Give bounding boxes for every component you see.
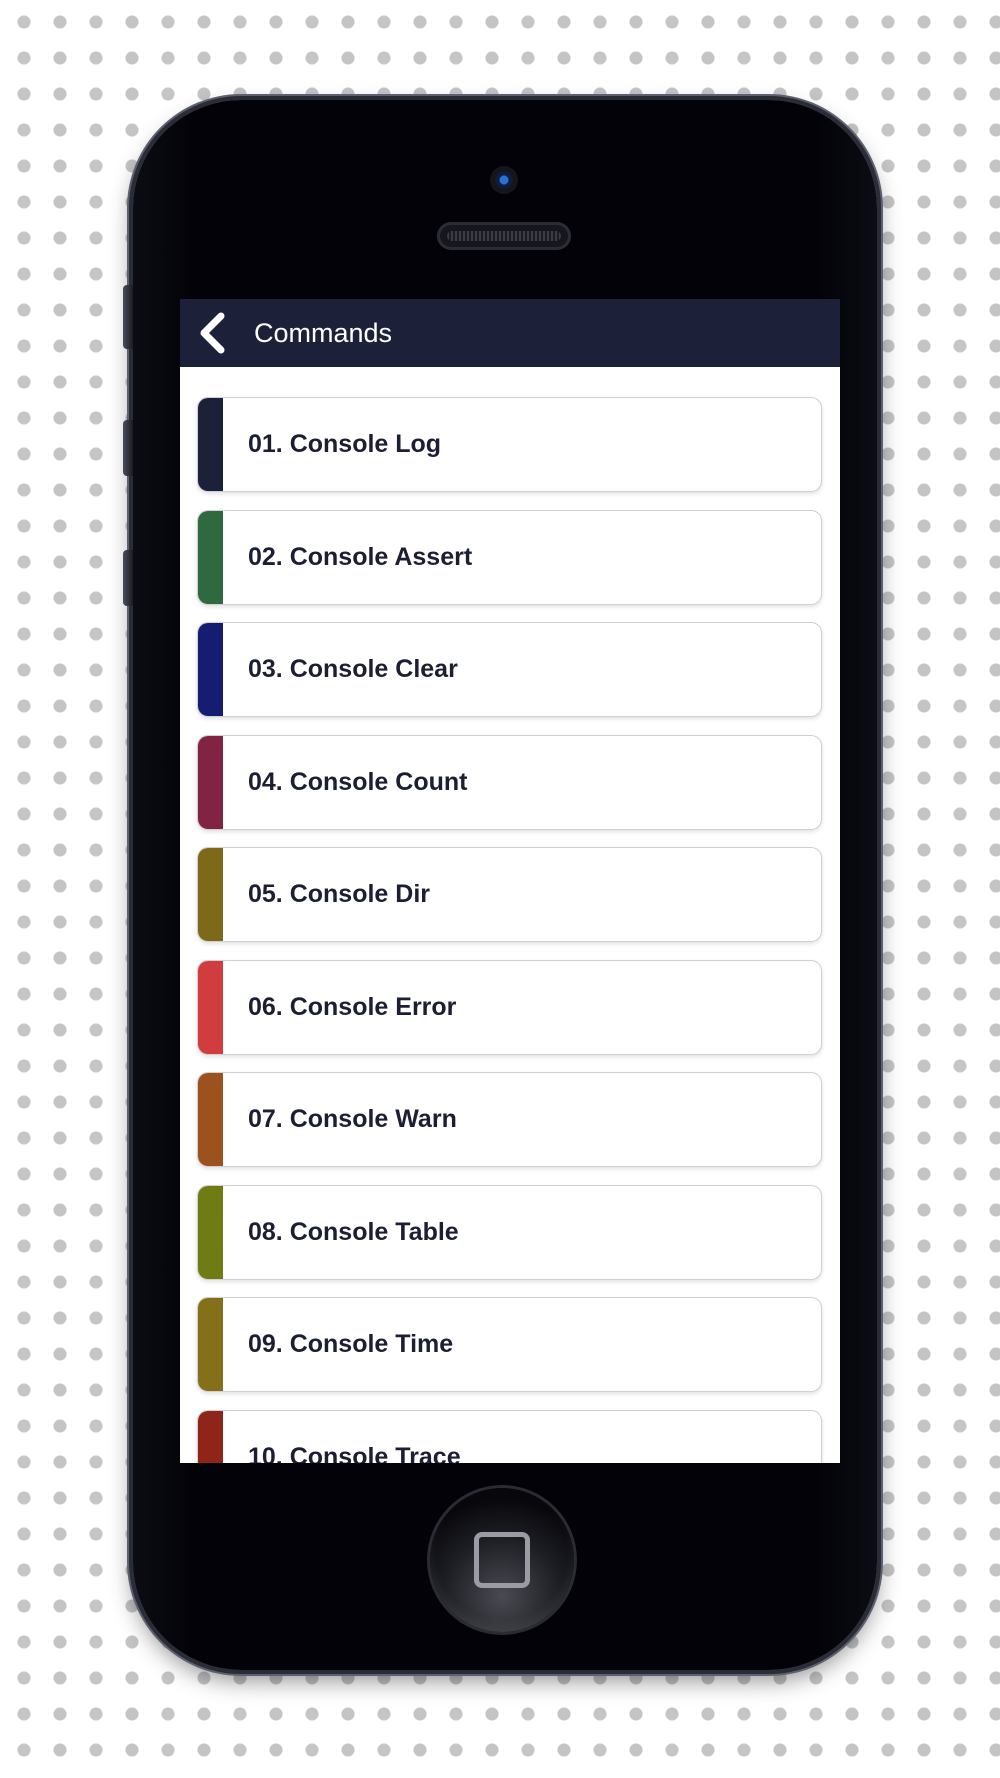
color-stripe <box>198 960 223 1054</box>
color-stripe <box>198 1410 223 1463</box>
color-stripe <box>198 848 223 941</box>
list-item-label: 06. Console Error <box>248 992 457 1021</box>
list-item[interactable]: 06. Console Error <box>197 959 822 1055</box>
volume-up-button <box>123 420 133 476</box>
color-stripe <box>198 1073 223 1166</box>
color-stripe <box>198 735 223 829</box>
list-item-label: 01. Console Log <box>248 430 442 458</box>
list-item-label: 09. Console Time <box>248 1330 454 1358</box>
command-list: 01. Console Log 02. Console Assert 03. Con… <box>180 367 840 1463</box>
color-stripe <box>198 1185 223 1279</box>
page-title: Commands <box>254 317 393 348</box>
color-stripe <box>198 398 223 491</box>
app-screen: Commands 01. Console Log 02. Console Asse… <box>180 299 840 1463</box>
mute-switch <box>123 285 133 349</box>
list-item[interactable]: 01. Console Log <box>197 397 822 492</box>
list-item-label: 07. Console Warn <box>248 1105 457 1133</box>
home-button[interactable] <box>430 1488 574 1632</box>
list-item[interactable]: 07. Console Warn <box>197 1072 822 1167</box>
list-item[interactable]: 09. Console Time <box>197 1297 822 1392</box>
app-bar: Commands <box>180 299 840 367</box>
home-square-icon <box>474 1532 530 1588</box>
front-camera <box>490 166 518 194</box>
earpiece-speaker <box>437 222 571 250</box>
color-stripe <box>198 1298 223 1391</box>
back-button[interactable] <box>188 299 236 367</box>
list-item[interactable]: 04. Console Count <box>197 734 822 830</box>
chevron-left-icon <box>197 312 227 354</box>
list-item[interactable]: 10. Console Trace <box>197 1409 822 1464</box>
phone-frame: Commands 01. Console Log 02. Console Asse… <box>123 100 877 1670</box>
volume-down-button <box>123 550 133 606</box>
list-item-label: 10. Console Trace <box>248 1442 461 1464</box>
list-item-label: 02. Console Assert <box>248 542 473 571</box>
list-item-label: 03. Console Clear <box>248 655 458 683</box>
list-item-label: 08. Console Table <box>248 1217 459 1246</box>
list-item-label: 05. Console Dir <box>248 880 430 908</box>
list-item[interactable]: 03. Console Clear <box>197 622 822 717</box>
color-stripe <box>198 510 223 604</box>
list-item[interactable]: 02. Console Assert <box>197 509 822 605</box>
list-item-label: 04. Console Count <box>248 767 468 796</box>
list-item[interactable]: 05. Console Dir <box>197 847 822 942</box>
list-item[interactable]: 08. Console Table <box>197 1184 822 1280</box>
color-stripe <box>198 623 223 716</box>
